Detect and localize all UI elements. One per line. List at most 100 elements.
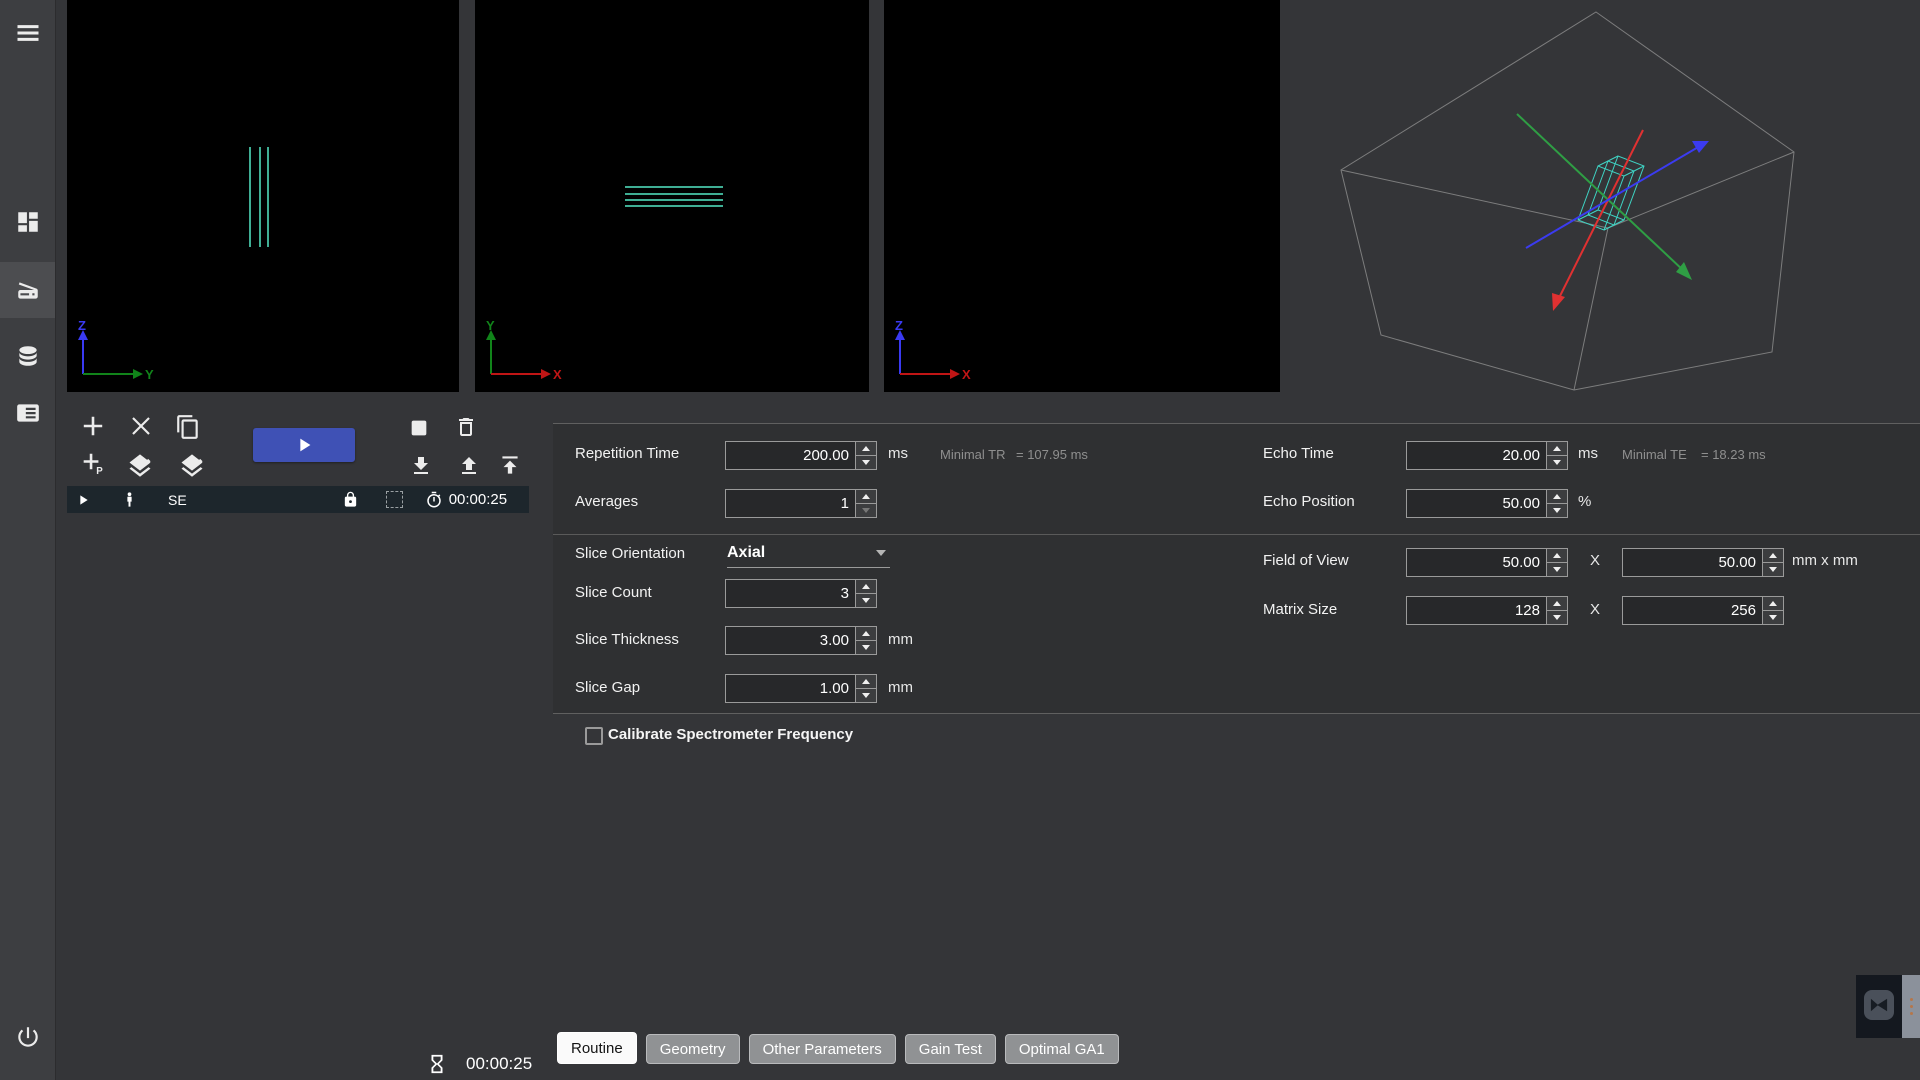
menu-button[interactable] bbox=[0, 5, 55, 61]
sidebar-item-database[interactable] bbox=[0, 328, 55, 384]
spin-up[interactable] bbox=[856, 442, 876, 456]
slice-count-label: Slice Count bbox=[575, 584, 652, 601]
spin-down[interactable] bbox=[1763, 611, 1783, 624]
viewport-zy[interactable]: Z Y bbox=[67, 0, 459, 392]
export-stack-button[interactable] bbox=[126, 452, 154, 480]
power-icon bbox=[15, 1024, 41, 1050]
tab-routine[interactable]: Routine bbox=[557, 1032, 637, 1064]
lock-icon[interactable] bbox=[342, 491, 359, 508]
slice-gap-input[interactable] bbox=[726, 675, 855, 702]
echo-time-field[interactable] bbox=[1406, 441, 1568, 470]
slice-thickness-field[interactable] bbox=[725, 626, 877, 655]
spin-up[interactable] bbox=[1547, 442, 1567, 456]
averages-input[interactable] bbox=[726, 490, 855, 517]
tab-other-parameters[interactable]: Other Parameters bbox=[749, 1034, 896, 1064]
run-sequence-button[interactable] bbox=[253, 428, 355, 462]
slice-orientation-dropdown[interactable]: Axial bbox=[727, 539, 890, 568]
sequence-name: SE bbox=[168, 492, 187, 508]
import-stack-button[interactable] bbox=[178, 452, 206, 480]
viewport-yx[interactable]: Y X bbox=[475, 0, 869, 392]
power-button[interactable] bbox=[0, 1009, 55, 1065]
chevron-down-icon bbox=[876, 550, 886, 556]
spin-down[interactable] bbox=[856, 689, 876, 702]
fov-x-input[interactable] bbox=[1407, 549, 1546, 576]
spin-down[interactable] bbox=[1547, 563, 1567, 576]
spin-down[interactable] bbox=[856, 641, 876, 654]
spin-down[interactable] bbox=[1547, 504, 1567, 517]
axis-indicator: Z Y bbox=[73, 320, 157, 386]
spin-up[interactable] bbox=[856, 490, 876, 504]
matrix-y-input[interactable] bbox=[1623, 597, 1762, 624]
calibrate-checkbox[interactable] bbox=[585, 727, 603, 745]
widget-drag-handle[interactable] bbox=[1902, 975, 1920, 1038]
spin-down[interactable] bbox=[856, 594, 876, 607]
stop-button[interactable] bbox=[405, 414, 433, 442]
field-of-view-label: Field of View bbox=[1263, 552, 1349, 569]
spin-up[interactable] bbox=[856, 580, 876, 594]
spin-up[interactable] bbox=[1547, 549, 1567, 563]
add-protocol-button[interactable]: P bbox=[79, 450, 107, 478]
slice-thickness-unit: mm bbox=[888, 631, 913, 648]
slice-gap-label: Slice Gap bbox=[575, 679, 640, 696]
spin-up[interactable] bbox=[1763, 597, 1783, 611]
spin-down[interactable] bbox=[1547, 611, 1567, 624]
publish-button[interactable] bbox=[496, 451, 524, 479]
hourglass-icon bbox=[426, 1050, 448, 1078]
fov-y-field[interactable] bbox=[1622, 548, 1784, 577]
echo-time-input[interactable] bbox=[1407, 442, 1546, 469]
upload-button[interactable] bbox=[455, 452, 483, 480]
viewport-zx[interactable]: Z X bbox=[884, 0, 1280, 392]
fov-x-field[interactable] bbox=[1406, 548, 1568, 577]
tab-gain-test[interactable]: Gain Test bbox=[905, 1034, 996, 1064]
sidebar-item-scanner[interactable] bbox=[0, 262, 55, 318]
duplicate-button[interactable] bbox=[174, 413, 202, 441]
spin-up[interactable] bbox=[856, 675, 876, 689]
download-button[interactable] bbox=[407, 452, 435, 480]
spin-up[interactable] bbox=[1547, 597, 1567, 611]
spin-up[interactable] bbox=[1547, 490, 1567, 504]
selection-box-icon[interactable] bbox=[386, 491, 403, 508]
averages-field[interactable] bbox=[725, 489, 877, 518]
spin-down[interactable] bbox=[1547, 456, 1567, 469]
echo-position-input[interactable] bbox=[1407, 490, 1546, 517]
matrix-x-field[interactable] bbox=[1406, 596, 1568, 625]
slice-line bbox=[625, 199, 723, 201]
fov-y-input[interactable] bbox=[1623, 549, 1762, 576]
spin-down[interactable] bbox=[856, 504, 876, 517]
floating-widget bbox=[1856, 975, 1902, 1038]
matrix-y-field[interactable] bbox=[1622, 596, 1784, 625]
spin-down[interactable] bbox=[856, 456, 876, 469]
spin-down[interactable] bbox=[1763, 563, 1783, 576]
viewport-3d[interactable] bbox=[1286, 0, 1920, 404]
sidebar-item-dashboard[interactable] bbox=[0, 194, 55, 250]
slice-count-input[interactable] bbox=[726, 580, 855, 607]
repetition-time-field[interactable] bbox=[725, 441, 877, 470]
delete-button[interactable] bbox=[452, 413, 480, 441]
sequence-queue-row[interactable]: SE 00:00:25 bbox=[67, 486, 529, 513]
matrix-x-input[interactable] bbox=[1407, 597, 1546, 624]
axis-label-horizontal: X bbox=[553, 367, 562, 382]
play-small-icon[interactable] bbox=[75, 492, 91, 508]
database-icon bbox=[15, 343, 41, 369]
echo-position-field[interactable] bbox=[1406, 489, 1568, 518]
upload-icon bbox=[457, 454, 481, 478]
slice-line bbox=[625, 193, 723, 195]
slice-line bbox=[625, 205, 723, 207]
tab-optimal-ga1[interactable]: Optimal GA1 bbox=[1005, 1034, 1119, 1064]
copy-icon bbox=[175, 414, 201, 440]
trash-icon bbox=[454, 415, 478, 439]
camera-switch-button[interactable] bbox=[1864, 990, 1894, 1020]
tab-geometry[interactable]: Geometry bbox=[646, 1034, 740, 1064]
repetition-time-input[interactable] bbox=[726, 442, 855, 469]
add-button[interactable] bbox=[79, 412, 107, 440]
slice-count-field[interactable] bbox=[725, 579, 877, 608]
slice-thickness-input[interactable] bbox=[726, 627, 855, 654]
spin-up[interactable] bbox=[856, 627, 876, 641]
remove-button[interactable] bbox=[127, 412, 155, 440]
slice-thickness-label: Slice Thickness bbox=[575, 631, 679, 648]
sidebar-item-records[interactable] bbox=[0, 385, 55, 441]
slice-gap-field[interactable] bbox=[725, 674, 877, 703]
layers-arrow-disabled-icon bbox=[178, 452, 206, 480]
slice-orientation-label: Slice Orientation bbox=[575, 545, 685, 562]
spin-up[interactable] bbox=[1763, 549, 1783, 563]
